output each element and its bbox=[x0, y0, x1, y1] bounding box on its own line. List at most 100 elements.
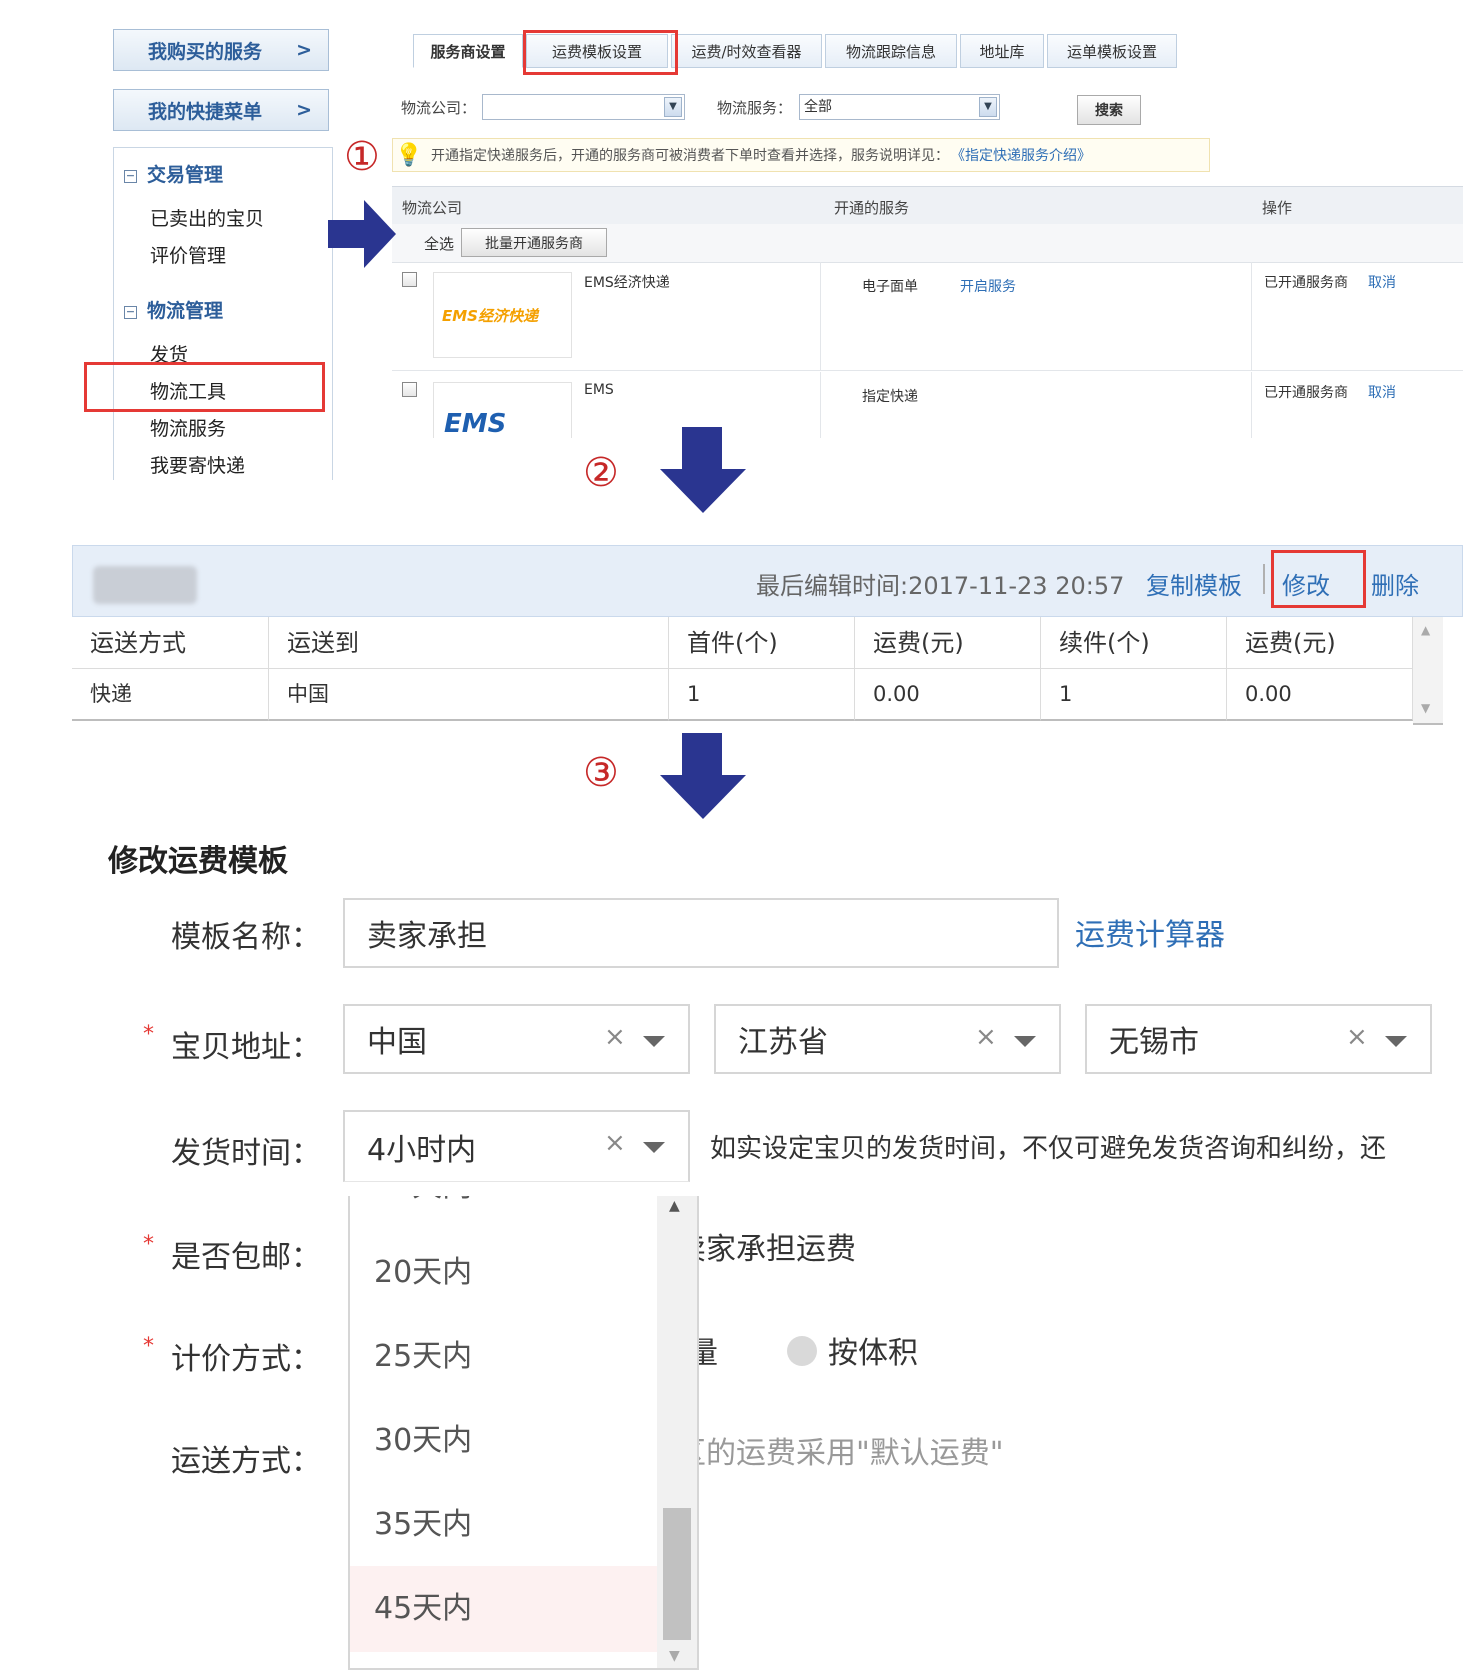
service-name: 电子面单 bbox=[862, 279, 918, 295]
highlight-logistics-tools bbox=[84, 362, 325, 412]
table-header: 物流公司 开通的服务 操作 bbox=[392, 186, 1463, 225]
scroll-down-icon[interactable]: ▼ bbox=[669, 1648, 680, 1664]
chevron-down-icon[interactable]: ▼ bbox=[979, 97, 997, 117]
ems-logo: EMS bbox=[433, 382, 572, 439]
shipping-method-label: 运送方式： bbox=[171, 1444, 321, 1479]
sidebar-item-logistics-services[interactable]: 物流服务 bbox=[150, 414, 226, 441]
scroll-up-icon[interactable]: ▲ bbox=[1421, 623, 1430, 637]
sidebar-item-send-express[interactable]: 我要寄快递 bbox=[150, 451, 245, 478]
search-button[interactable]: 搜索 bbox=[1077, 95, 1141, 125]
chevron-right-icon: > bbox=[296, 39, 312, 61]
group-trade-management[interactable]: − 交易管理 bbox=[124, 160, 223, 187]
tab-waybill-template[interactable]: 运单模板设置 bbox=[1047, 34, 1177, 68]
ship-time-select[interactable]: 4小时内 × bbox=[343, 1110, 690, 1182]
tab-address-book[interactable]: 地址库 bbox=[960, 34, 1044, 68]
sidebar-item-sold-items[interactable]: 已卖出的宝贝 bbox=[150, 204, 264, 231]
batch-open-button[interactable]: 批量开通服务商 bbox=[461, 228, 607, 257]
arrow-right-icon bbox=[328, 200, 396, 268]
service-select[interactable]: 全部 ▼ bbox=[799, 94, 1000, 120]
default-freight-hint: 区的运费采用"默认运费" bbox=[676, 1436, 1004, 1471]
template-name-input[interactable]: 卖家承担 bbox=[343, 898, 1059, 968]
col-actions: 操作 bbox=[1262, 199, 1293, 217]
col-services: 开通的服务 bbox=[834, 199, 910, 217]
pricing-volume-option[interactable]: 按体积 bbox=[828, 1328, 918, 1372]
seller-pays-option[interactable]: 卖家承担运费 bbox=[676, 1224, 856, 1268]
company-label: 物流公司： bbox=[401, 99, 477, 117]
volume-radio[interactable] bbox=[787, 1336, 817, 1366]
chevron-up-icon[interactable] bbox=[643, 1142, 665, 1153]
dropdown-option[interactable]: 30天内 bbox=[350, 1398, 659, 1484]
table-row: EMS经济快递 EMS经济快递 电子面单 开启服务 已开通服务商 取消 bbox=[392, 262, 1463, 371]
ems-economy-logo: EMS经济快递 bbox=[433, 272, 572, 358]
enable-service-link[interactable]: 开启服务 bbox=[960, 276, 1016, 296]
express-service-intro-link[interactable]: 《指定快递服务介绍》 bbox=[951, 145, 1091, 165]
delete-template-link[interactable]: 删除 bbox=[1371, 566, 1419, 601]
cell-extra-fee: 0.00 bbox=[1227, 669, 1413, 721]
sidebar-item-reviews[interactable]: 评价管理 bbox=[150, 241, 226, 268]
dropdown-option[interactable]: 17天内 bbox=[350, 1196, 659, 1230]
scroll-thumb[interactable] bbox=[663, 1508, 691, 1640]
tab-freight-viewer[interactable]: 运费/时效查看器 bbox=[671, 34, 822, 68]
company-select[interactable]: ▼ bbox=[482, 94, 685, 120]
clear-icon[interactable]: × bbox=[604, 1022, 626, 1052]
dropdown-option[interactable]: 20天内 bbox=[350, 1230, 659, 1316]
col-destination: 运送到 bbox=[269, 617, 669, 669]
select-all-label[interactable]: 全选 bbox=[424, 233, 454, 254]
row-checkbox[interactable] bbox=[402, 272, 417, 287]
collapse-icon[interactable]: − bbox=[124, 170, 137, 183]
arrow-down-icon bbox=[660, 427, 746, 513]
service-name: 指定快递 bbox=[862, 389, 918, 405]
status-text: 已开通服务商 bbox=[1264, 385, 1348, 401]
clear-icon[interactable]: × bbox=[1346, 1022, 1368, 1052]
col-company: 物流公司 bbox=[402, 199, 463, 217]
template-name-label: 模板名称： bbox=[171, 920, 321, 955]
group-logistics-management[interactable]: − 物流管理 bbox=[124, 296, 223, 323]
chevron-down-icon[interactable] bbox=[643, 1036, 665, 1047]
arrow-down-icon bbox=[660, 733, 746, 819]
chevron-down-icon[interactable]: ▼ bbox=[664, 97, 682, 117]
ship-time-label: 发货时间： bbox=[171, 1136, 321, 1171]
item-address-label: 宝贝地址： bbox=[171, 1030, 321, 1065]
col-first-fee: 运费(元) bbox=[855, 617, 1041, 669]
my-services-label: 我购买的服务 bbox=[148, 40, 263, 63]
country-select[interactable]: 中国 × bbox=[343, 1004, 690, 1074]
last-edit-time: 最后编辑时间:2017-11-23 20:57 bbox=[756, 572, 1125, 600]
chevron-down-icon[interactable] bbox=[1385, 1036, 1407, 1047]
scroll-down-icon[interactable]: ▼ bbox=[1421, 701, 1430, 715]
cell-method: 快递 bbox=[72, 669, 269, 721]
table-scrollbar[interactable]: ▲ ▼ bbox=[1413, 617, 1443, 725]
clear-icon[interactable]: × bbox=[604, 1128, 626, 1158]
dropdown-option[interactable]: 35天内 bbox=[350, 1482, 659, 1568]
template-card-header: 最后编辑时间:2017-11-23 20:57 复制模板 修改 删除 bbox=[72, 545, 1463, 617]
company-name: EMS bbox=[584, 382, 614, 398]
template-name-blurred bbox=[93, 566, 197, 604]
info-tip: 💡 开通指定快递服务后，开通的服务商可被消费者下单时查看并选择，服务说明详见： … bbox=[392, 138, 1210, 172]
scroll-up-icon[interactable]: ▲ bbox=[669, 1198, 680, 1214]
sidebar-menu: − 交易管理 已卖出的宝贝 评价管理 − 物流管理 发货 物流工具 物流服务 我要寄… bbox=[113, 147, 333, 480]
tab-provider-settings[interactable]: 服务商设置 bbox=[413, 34, 523, 68]
clear-icon[interactable]: × bbox=[975, 1022, 997, 1052]
cell-extra-item: 1 bbox=[1041, 669, 1227, 721]
freight-calculator-link[interactable]: 运费计算器 bbox=[1075, 910, 1225, 954]
dropdown-scrollbar[interactable]: ▲ ▼ bbox=[657, 1196, 697, 1668]
cell-first-item: 1 bbox=[669, 669, 855, 721]
province-select[interactable]: 江苏省 × bbox=[714, 1004, 1061, 1074]
my-shortcut-menu-button[interactable]: 我的快捷菜单 > bbox=[113, 89, 329, 131]
city-select[interactable]: 无锡市 × bbox=[1085, 1004, 1432, 1074]
tab-tracking-info[interactable]: 物流跟踪信息 bbox=[825, 34, 957, 68]
ship-time-dropdown: 17天内 20天内 25天内 30天内 35天内 45天内 ▲ ▼ bbox=[348, 1196, 699, 1670]
step-3-marker: ③ bbox=[583, 750, 619, 796]
collapse-icon[interactable]: − bbox=[124, 306, 137, 319]
chevron-right-icon: > bbox=[296, 99, 312, 121]
chevron-down-icon[interactable] bbox=[1014, 1036, 1036, 1047]
dropdown-option-hovered[interactable]: 45天内 bbox=[350, 1566, 659, 1652]
cancel-link[interactable]: 取消 bbox=[1368, 272, 1396, 292]
row-checkbox[interactable] bbox=[402, 382, 417, 397]
batch-toolbar: 全选 批量开通服务商 bbox=[392, 224, 1463, 263]
my-shortcut-label: 我的快捷菜单 bbox=[148, 100, 263, 123]
dropdown-option[interactable]: 25天内 bbox=[350, 1314, 659, 1400]
cancel-link[interactable]: 取消 bbox=[1368, 382, 1396, 402]
lightbulb-icon: 💡 bbox=[395, 143, 423, 168]
copy-template-link[interactable]: 复制模板 bbox=[1146, 566, 1242, 601]
my-services-button[interactable]: 我购买的服务 > bbox=[113, 29, 329, 71]
